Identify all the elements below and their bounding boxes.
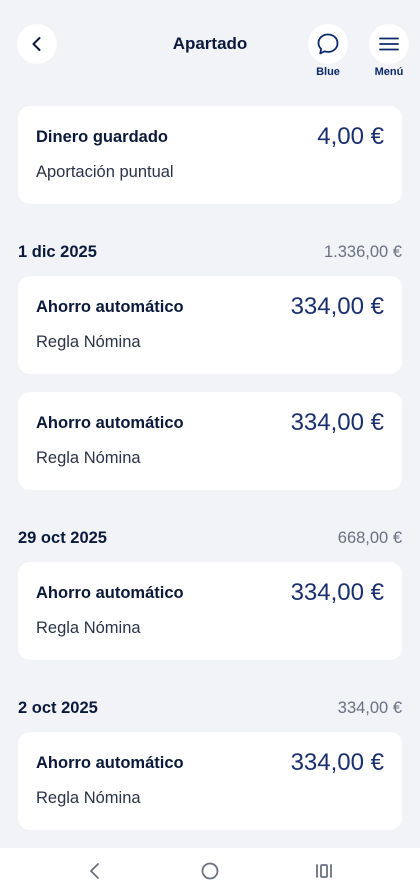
transaction-title: Ahorro automático [36, 754, 184, 772]
transaction-subtitle: Regla Nómina [36, 619, 141, 637]
hamburger-menu-icon [379, 37, 399, 51]
nav-home-button[interactable] [195, 858, 225, 884]
page-title: Apartado [172, 34, 248, 53]
group-date: 2 oct 2025 [18, 699, 98, 717]
top-header: Apartado Blue Menú [0, 0, 420, 92]
nav-back-button[interactable] [80, 858, 110, 884]
summary-amount: 4,00 € [317, 123, 384, 150]
system-navigation-bar [0, 848, 420, 895]
blue-label[interactable]: Blue [298, 66, 358, 78]
nav-home-icon [201, 862, 219, 880]
transaction-subtitle: Regla Nómina [36, 449, 141, 467]
summary-subtitle: Aportación puntual [36, 163, 174, 181]
group-date: 29 oct 2025 [18, 529, 107, 547]
transaction-title: Ahorro automático [36, 414, 184, 432]
transaction-card[interactable]: Ahorro automático Regla Nómina 334,00 € [18, 732, 402, 830]
nav-back-icon [90, 863, 99, 879]
transaction-title: Ahorro automático [36, 298, 184, 316]
summary-card[interactable]: Dinero guardado Aportación puntual 4,00 … [18, 106, 402, 204]
transaction-card[interactable]: Ahorro automático Regla Nómina 334,00 € [18, 276, 402, 374]
summary-title: Dinero guardado [36, 128, 169, 146]
transaction-card[interactable]: Ahorro automático Regla Nómina 334,00 € [18, 392, 402, 490]
menu-label[interactable]: Menú [359, 66, 419, 78]
transaction-amount: 334,00 € [290, 579, 384, 606]
nav-recent-apps-icon [316, 864, 332, 878]
transaction-subtitle: Regla Nómina [36, 333, 141, 351]
chat-bubble-icon [317, 33, 339, 55]
transaction-amount: 334,00 € [290, 293, 384, 320]
group-date: 1 dic 2025 [18, 243, 97, 261]
transaction-amount: 334,00 € [290, 749, 384, 776]
group-total: 668,00 € [337, 529, 402, 547]
transaction-subtitle: Regla Nómina [36, 789, 141, 807]
nav-recent-apps-button[interactable] [309, 858, 339, 884]
group-total: 334,00 € [337, 699, 402, 717]
transaction-title: Ahorro automático [36, 584, 184, 602]
transaction-amount: 334,00 € [290, 409, 384, 436]
menu-button[interactable] [369, 24, 409, 64]
group-total: 1.336,00 € [324, 243, 402, 261]
blue-assistant-button[interactable] [308, 24, 348, 64]
transaction-card[interactable]: Ahorro automático Regla Nómina 334,00 € [18, 562, 402, 660]
